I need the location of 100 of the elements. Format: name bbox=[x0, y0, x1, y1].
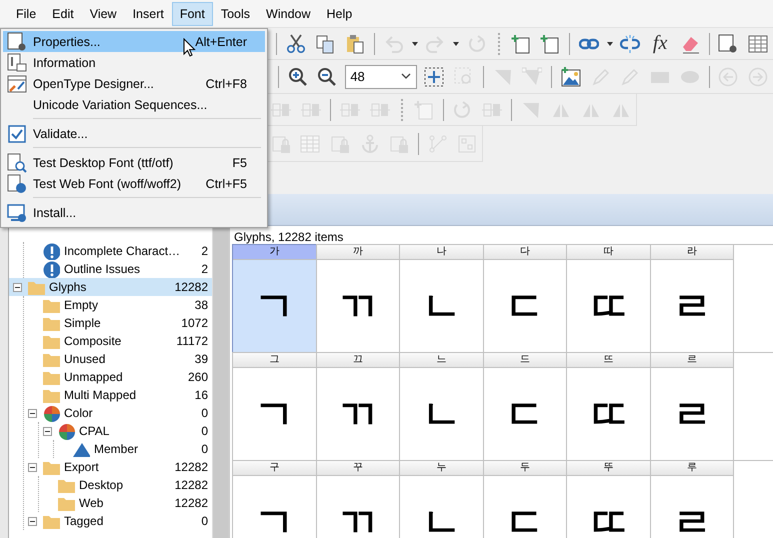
glyph-label: 두 bbox=[484, 461, 566, 476]
table-icon bbox=[748, 34, 768, 54]
item-count: 12282 bbox=[174, 478, 208, 492]
glyph-cell[interactable]: 구 ㄱ bbox=[232, 460, 316, 538]
menu-option[interactable]: Test Desktop Font (ttf/otf) F5 bbox=[3, 152, 265, 173]
tree-item[interactable]: Color 0 bbox=[24, 404, 212, 422]
item-count: 0 bbox=[201, 442, 208, 456]
add-image-icon bbox=[561, 66, 582, 86]
glyph-preview: ㄷ bbox=[504, 500, 546, 538]
page-globe-icon bbox=[7, 174, 27, 194]
tree-item[interactable]: Web 12282 bbox=[39, 494, 212, 512]
menu-option[interactable]: Test Web Font (woff/woff2) Ctrl+F5 bbox=[3, 173, 265, 194]
glyph-label: 끄 bbox=[316, 353, 399, 368]
refresh-icon bbox=[466, 34, 487, 54]
glyph-label: 까 bbox=[316, 245, 399, 260]
collapse-toggle[interactable] bbox=[28, 462, 37, 472]
menu-item[interactable]: View bbox=[82, 2, 125, 26]
page-gear-icon bbox=[7, 32, 27, 52]
zoom-combobox[interactable]: 48 bbox=[345, 64, 417, 88]
menu-item[interactable]: Tools bbox=[212, 2, 258, 26]
glyph-preview: ㄴ bbox=[420, 392, 462, 438]
item-count: 12282 bbox=[174, 496, 208, 510]
tree-item[interactable]: Unused 39 bbox=[24, 350, 212, 368]
glyph-preview: ㄱ bbox=[253, 500, 296, 538]
collapse-toggle[interactable] bbox=[28, 408, 37, 418]
menu-item[interactable]: Edit bbox=[44, 2, 82, 26]
glyph-preview: ㄲ bbox=[336, 392, 379, 438]
tree-label: Unused bbox=[63, 352, 106, 366]
collapse-toggle[interactable] bbox=[13, 282, 22, 292]
item-count: 38 bbox=[194, 298, 208, 312]
menu-item[interactable]: Help bbox=[318, 2, 360, 26]
glyph-preview: ㄹ bbox=[670, 284, 713, 330]
glyph-preview: ㄷ bbox=[504, 284, 546, 330]
caret-icon bbox=[606, 40, 614, 47]
item-count: 2 bbox=[201, 262, 208, 276]
item-count: 11172 bbox=[176, 334, 208, 348]
glyph-preview: ㄴ bbox=[420, 500, 462, 538]
menu-item[interactable]: Insert bbox=[124, 2, 172, 26]
menu-label: Test Web Font (woff/woff2) bbox=[33, 176, 181, 190]
item-count-caption: Glyphs, 12282 items bbox=[233, 229, 344, 244]
menu-option[interactable]: Properties... Alt+Enter bbox=[3, 31, 265, 52]
triangle-vertices-icon bbox=[522, 66, 542, 86]
add-page-icon bbox=[540, 34, 560, 54]
menu-item[interactable]: File bbox=[8, 2, 44, 26]
menu-item[interactable]: Window bbox=[258, 2, 319, 26]
tree-label: Empty bbox=[63, 298, 100, 312]
tree-item[interactable]: Tagged 0 bbox=[24, 512, 212, 530]
tree-item[interactable]: Multi Mapped 16 bbox=[24, 386, 212, 404]
tree-item[interactable]: Incomplete Charact… 2 bbox=[24, 242, 212, 260]
undo-icon bbox=[384, 34, 404, 54]
function-button[interactable]: fx bbox=[645, 30, 675, 56]
page-magnifier-icon bbox=[7, 152, 27, 172]
item-count: 1072 bbox=[181, 316, 208, 330]
tree-label: Tagged bbox=[63, 514, 104, 528]
glyph-cell[interactable]: 그 ㄱ bbox=[232, 352, 316, 461]
glyph-preview: ㄲ bbox=[336, 500, 379, 538]
collapse-toggle[interactable] bbox=[28, 516, 37, 526]
grid-icon bbox=[457, 134, 478, 154]
menu-option[interactable]: Information bbox=[3, 52, 265, 73]
scrollbar[interactable] bbox=[212, 226, 228, 538]
tree-label: Member bbox=[93, 442, 140, 456]
item-count: 0 bbox=[201, 424, 208, 438]
menu-item[interactable]: Font bbox=[172, 2, 213, 26]
glyph-cell[interactable]: 가 ㄱ bbox=[232, 244, 316, 353]
tree-item[interactable]: Export 12282 bbox=[24, 458, 212, 476]
tree-item[interactable]: Composite 11172 bbox=[24, 332, 212, 350]
glyph-preview: ㄱ bbox=[253, 392, 296, 438]
menu-option[interactable]: Unicode Variation Sequences... bbox=[3, 94, 265, 115]
tree-item[interactable]: Member 0 bbox=[54, 440, 212, 458]
collapse-toggle[interactable] bbox=[43, 426, 52, 436]
menu-label: OpenType Designer... bbox=[33, 76, 154, 90]
glyph-label: 그 bbox=[233, 353, 316, 368]
tree-label: Glyphs bbox=[48, 280, 88, 294]
monitor-icon bbox=[7, 202, 27, 222]
glyph-label: 뜨 bbox=[567, 353, 650, 368]
glyph-label: 꾸 bbox=[316, 461, 399, 476]
tree-label: Incomplete Charact… bbox=[63, 244, 182, 258]
tree-item[interactable]: Unmapped 260 bbox=[24, 368, 212, 386]
menu-option[interactable]: Install... bbox=[3, 202, 265, 223]
menu-label: Validate... bbox=[33, 126, 88, 140]
tree-item[interactable]: CPAL 0 bbox=[39, 422, 212, 440]
shortcut-text: F5 bbox=[232, 156, 247, 170]
tree-item[interactable]: Simple 1072 bbox=[24, 314, 212, 332]
chevron-down-icon bbox=[400, 73, 411, 80]
menu-option[interactable]: OpenType Designer... Ctrl+F8 bbox=[3, 73, 265, 94]
menu-label: Properties... bbox=[33, 34, 100, 48]
shortcut-text: Ctrl+F8 bbox=[206, 76, 247, 90]
glyph-cell[interactable]: 까 ㄲ bbox=[316, 244, 400, 353]
tree-item[interactable]: Desktop 12282 bbox=[39, 476, 212, 494]
table-icon bbox=[300, 134, 320, 154]
tree-item[interactable]: Glyphs 12282 bbox=[9, 278, 212, 296]
menu-option[interactable]: Validate... bbox=[3, 123, 265, 144]
tree-label: Unmapped bbox=[63, 370, 124, 384]
fit-icon bbox=[424, 66, 444, 86]
tree-item[interactable]: Empty 38 bbox=[24, 296, 212, 314]
item-count: 2 bbox=[201, 244, 208, 258]
glyph-label: 느 bbox=[400, 353, 482, 368]
tree-item[interactable]: Outline Issues 2 bbox=[24, 260, 212, 278]
refresh-icon bbox=[452, 100, 472, 120]
tree-label: Color bbox=[63, 406, 94, 420]
